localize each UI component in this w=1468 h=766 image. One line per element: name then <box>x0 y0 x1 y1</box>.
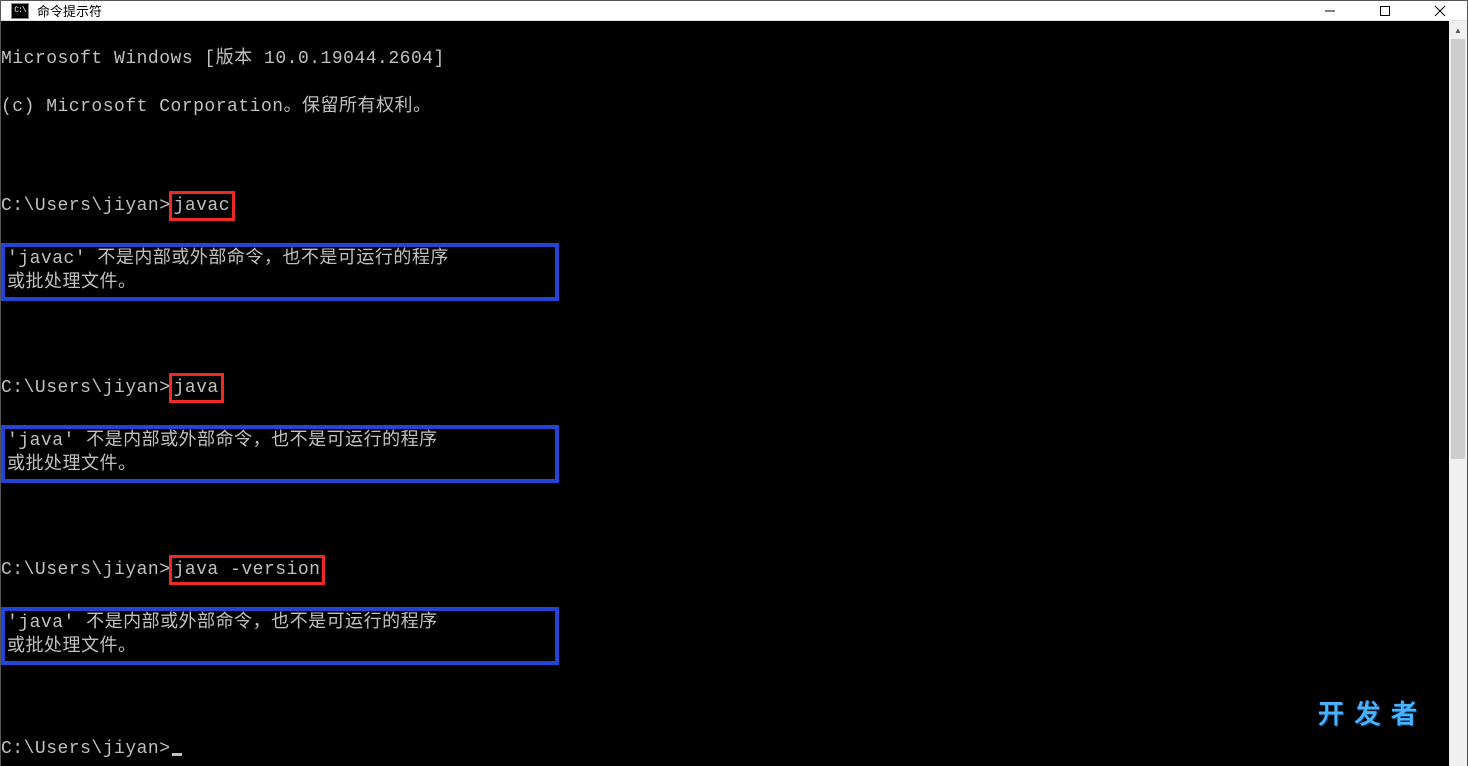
prompt: C:\Users\jiyan> <box>1 196 171 216</box>
blank-line <box>1 143 1449 167</box>
error-line: 或批处理文件。 <box>7 453 553 477</box>
cursor <box>172 753 182 756</box>
prompt: C:\Users\jiyan> <box>1 739 171 759</box>
window-title: 命令提示符 <box>37 1 102 20</box>
error-line: 'java' 不是内部或外部命令，也不是可运行的程序 <box>7 611 553 635</box>
vertical-scrollbar[interactable]: ▲ ▼ <box>1449 21 1467 766</box>
maximize-button[interactable] <box>1357 1 1412 20</box>
command-highlight: java <box>169 373 224 403</box>
prompt-line: C:\Users\jiyan>javac <box>1 191 1449 221</box>
maximize-icon <box>1379 5 1391 17</box>
prompt: C:\Users\jiyan> <box>1 378 171 398</box>
command-highlight: java -version <box>169 555 326 585</box>
error-line: 或批处理文件。 <box>7 271 553 295</box>
error-highlight: 'java' 不是内部或外部命令，也不是可运行的程序或批处理文件。 <box>1 607 559 665</box>
terminal[interactable]: Microsoft Windows [版本 10.0.19044.2604] (… <box>1 21 1449 766</box>
titlebar[interactable]: C:\ 命令提示符 <box>1 1 1467 21</box>
scroll-up-button[interactable]: ▲ <box>1449 21 1467 39</box>
blank-line <box>1 689 1449 713</box>
error-line: 或批处理文件。 <box>7 635 553 659</box>
terminal-wrap: Microsoft Windows [版本 10.0.19044.2604] (… <box>1 21 1467 766</box>
blank-line <box>1 325 1449 349</box>
error-line: 'java' 不是内部或外部命令，也不是可运行的程序 <box>7 429 553 453</box>
prompt-line: C:\Users\jiyan> <box>1 737 1449 761</box>
scroll-track[interactable] <box>1449 39 1467 766</box>
prompt-line: C:\Users\jiyan>java <box>1 373 1449 403</box>
cmd-window: C:\ 命令提示符 Microsoft Windows [版本 10.0.190… <box>0 0 1468 766</box>
prompt: C:\Users\jiyan> <box>1 560 171 580</box>
minimize-icon <box>1324 5 1336 17</box>
header-line: Microsoft Windows [版本 10.0.19044.2604] <box>1 47 1449 71</box>
minimize-button[interactable] <box>1302 1 1357 20</box>
titlebar-left: C:\ 命令提示符 <box>1 1 102 20</box>
prompt-line: C:\Users\jiyan>java -version <box>1 555 1449 585</box>
cmd-icon: C:\ <box>11 3 29 19</box>
close-button[interactable] <box>1412 1 1467 20</box>
window-controls <box>1302 1 1467 20</box>
error-line: 'javac' 不是内部或外部命令，也不是可运行的程序 <box>7 247 553 271</box>
scroll-thumb[interactable] <box>1451 39 1465 459</box>
error-highlight: 'javac' 不是内部或外部命令，也不是可运行的程序或批处理文件。 <box>1 243 559 301</box>
command-highlight: javac <box>169 191 236 221</box>
blank-line <box>1 507 1449 531</box>
header-line: (c) Microsoft Corporation。保留所有权利。 <box>1 95 1449 119</box>
error-highlight: 'java' 不是内部或外部命令，也不是可运行的程序或批处理文件。 <box>1 425 559 483</box>
close-icon <box>1434 5 1446 17</box>
